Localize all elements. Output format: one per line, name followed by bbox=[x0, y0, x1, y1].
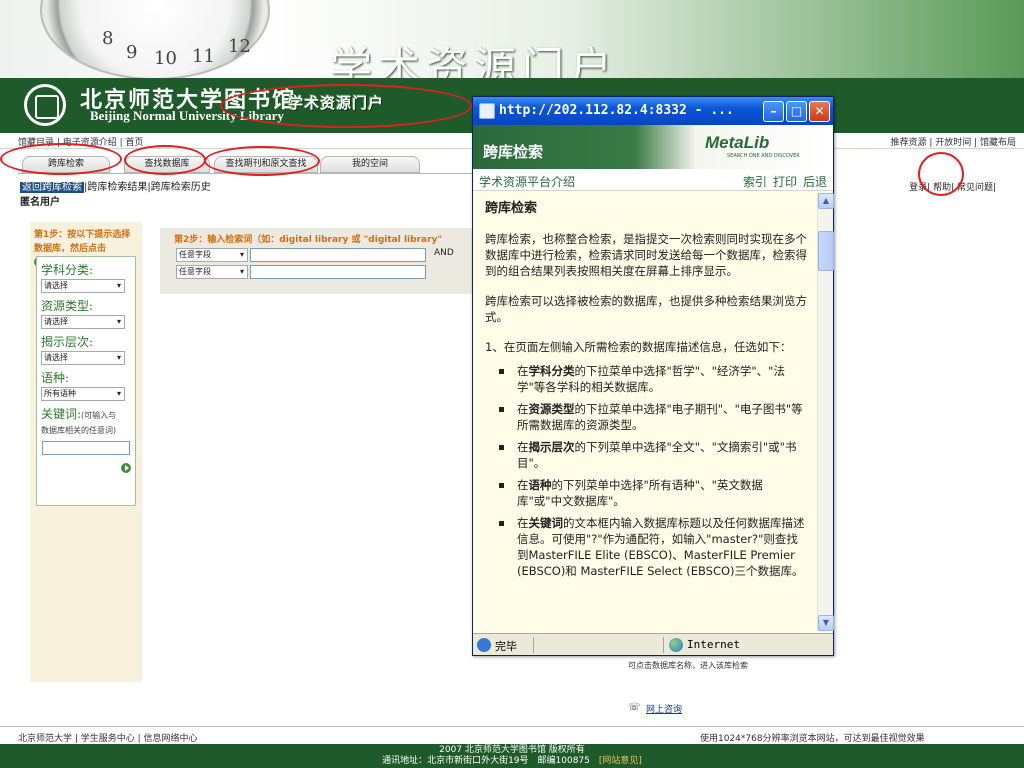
subject-select[interactable]: 请选择 bbox=[41, 279, 125, 293]
database-hint: 可点击数据库名称，进入该库检索 bbox=[628, 661, 748, 670]
popup-titlebar[interactable]: http://202.112.82.4:8332 - ... – □ ✕ bbox=[473, 97, 833, 125]
library-seal-icon bbox=[24, 84, 66, 126]
list-item: 在关键词的文本框内输入数据库标题以及任何数据库描述信息。可使用"?"作为通配符，… bbox=[493, 515, 807, 579]
annotation-ellipse bbox=[124, 145, 206, 175]
subject-label: 学科分类: bbox=[41, 263, 94, 277]
print-link[interactable]: 打印 bbox=[773, 175, 797, 189]
search-results-link[interactable]: |跨库检索结果 bbox=[84, 182, 147, 193]
popup-url: http://202.112.82.4:8332 - ... bbox=[499, 103, 734, 118]
annotation-ellipse bbox=[204, 146, 320, 176]
status-bar: 完毕 Internet bbox=[473, 633, 833, 655]
facet-box: 学科分类: 请选择 资源类型: 请选择 揭示层次: 请选择 语种: 所有语种 关… bbox=[36, 256, 136, 506]
annotation-ellipse bbox=[220, 84, 472, 128]
help-content: 跨库检索 跨库检索，也称整合检索，是指提交一次检索则同时实现在多个数据库中进行检… bbox=[485, 201, 807, 585]
maximize-button[interactable]: □ bbox=[786, 101, 807, 122]
step1-line: 数据库，然后点击 bbox=[34, 244, 107, 254]
list-item: 在语种的下列菜单中选择"所有语种"、"英文数据库"或"中文数据库"。 bbox=[493, 477, 807, 509]
slide-header: 8 9 10 11 12 学术资源门户 bbox=[0, 0, 1024, 78]
ie-page-icon bbox=[479, 103, 495, 119]
annotation-ellipse bbox=[0, 143, 122, 175]
language-label: 语种: bbox=[41, 371, 70, 385]
popup-nav: 学术资源平台介绍 索引 打印 后退 bbox=[473, 169, 833, 191]
top-links-right[interactable]: 推荐资源 | 开放时间 | 馆藏布局 bbox=[890, 135, 1016, 148]
field-select-1[interactable]: 任意字段 bbox=[176, 248, 248, 262]
list-item: 在揭示层次的下列菜单中选择"全文"、"文摘索引"或"书目"。 bbox=[493, 439, 807, 471]
database-filter-panel: 第1步：按以下提示选择 数据库，然后点击 。 学科分类: 请选择 资源类型: 请… bbox=[30, 222, 142, 682]
close-button[interactable]: ✕ bbox=[809, 101, 830, 122]
metalib-tagline: SEARCH ONE AND DISCOVER bbox=[727, 153, 800, 159]
watch-numeral: 12 bbox=[228, 36, 251, 57]
help-paragraph: 跨库检索，也称整合检索，是指提交一次检索则同时实现在多个数据库中进行检索，检索请… bbox=[485, 232, 807, 278]
footer-bar: 2007 北京师范大学图书馆 版权所有 通讯地址：北京市新街口外大街19号 邮编… bbox=[0, 744, 1024, 768]
step2-search-box: 第2步：输入检索词（如：digital library 或 "digital l… bbox=[160, 228, 472, 294]
globe-icon bbox=[669, 638, 683, 652]
keyword-label: 关键词:(可输入与 bbox=[41, 405, 116, 422]
help-list: 在学科分类的下拉菜单中选择"哲学"、"经济学"、"法学"等各学科的相关数据库。 … bbox=[493, 363, 807, 579]
help-paragraph: 1、在页面左侧输入所需检索的数据库描述信息，任选如下： bbox=[485, 340, 792, 354]
watch-numeral: 10 bbox=[154, 48, 177, 69]
copyright: 2007 北京师范大学图书馆 版权所有 bbox=[439, 745, 585, 755]
annotation-ellipse bbox=[918, 152, 964, 196]
status-zone: Internet bbox=[687, 638, 740, 651]
search-term-input-2[interactable] bbox=[250, 265, 426, 279]
popup-header: 跨库检索 MetaLib SEARCH ONE AND DISCOVER bbox=[473, 125, 833, 169]
pocket-watch-image: 8 9 10 11 12 bbox=[40, 0, 270, 78]
help-heading: 跨库检索 bbox=[485, 201, 538, 216]
watch-numeral: 8 bbox=[102, 28, 114, 49]
tab-my-space[interactable]: 我的空间 bbox=[320, 156, 420, 173]
popup-header-title: 跨库检索 bbox=[483, 143, 544, 161]
level-label: 揭示层次: bbox=[41, 335, 94, 349]
status-divider bbox=[663, 637, 664, 653]
address: 通讯地址：北京市新街口外大街19号 邮编100875 bbox=[382, 756, 599, 766]
metalib-logo: MetaLib bbox=[705, 133, 770, 152]
platform-intro-link[interactable]: 学术资源平台介绍 bbox=[479, 173, 575, 190]
keyword-hint: 数据库相关的任意词) bbox=[41, 426, 117, 435]
scroll-down-icon[interactable]: ▼ bbox=[818, 615, 834, 631]
step1-line: 第1步：按以下提示选择 bbox=[34, 230, 131, 240]
step2-instruction: 第2步：输入检索词（如：digital library 或 "digital l… bbox=[174, 235, 443, 245]
list-item: 在资源类型的下拉菜单中选择"电子期刊"、"电子图书"等所需数据库的资源类型。 bbox=[493, 401, 807, 433]
level-select[interactable]: 请选择 bbox=[41, 351, 125, 365]
help-popup-window: http://202.112.82.4:8332 - ... – □ ✕ 跨库检… bbox=[472, 96, 834, 656]
back-to-search-link[interactable]: 返回跨库检索 bbox=[20, 182, 84, 193]
breadcrumb: 返回跨库检索 |跨库检索结果|跨库检索历史 bbox=[20, 178, 211, 193]
minimize-button[interactable]: – bbox=[763, 101, 784, 122]
scroll-up-icon[interactable]: ▲ bbox=[818, 193, 834, 209]
feedback-link[interactable]: [网站意见] bbox=[599, 756, 642, 766]
index-link[interactable]: 索引 bbox=[743, 175, 767, 189]
watch-numeral: 9 bbox=[126, 42, 138, 63]
language-select[interactable]: 所有语种 bbox=[41, 387, 125, 401]
popup-nav-actions: 索引 打印 后退 bbox=[737, 173, 827, 190]
back-link[interactable]: 后退 bbox=[803, 175, 827, 189]
help-paragraph: 跨库检索可以选择被检索的数据库，也提供多种检索结果浏览方式。 bbox=[485, 294, 807, 324]
list-item: 在学科分类的下拉菜单中选择"哲学"、"经济学"、"法学"等各学科的相关数据库。 bbox=[493, 363, 807, 395]
slide-title: 学术资源门户 bbox=[330, 43, 619, 78]
keyword-input[interactable] bbox=[42, 441, 130, 455]
online-consult-link[interactable]: 网上咨询 bbox=[646, 702, 682, 715]
footer-links[interactable]: 北京师范大学 | 学生服务中心 | 信息网络中心 bbox=[18, 731, 198, 744]
status-done: 完毕 bbox=[495, 640, 517, 653]
ie-status-icon bbox=[477, 638, 491, 652]
user-label: 匿名用户 bbox=[20, 197, 60, 208]
resource-type-label: 资源类型: bbox=[41, 299, 94, 313]
search-go-icon[interactable] bbox=[121, 463, 131, 473]
search-history-link[interactable]: |跨库检索历史 bbox=[147, 182, 210, 193]
vertical-scrollbar[interactable]: ▲ ▼ bbox=[817, 193, 834, 631]
status-divider bbox=[533, 637, 534, 653]
search-term-input-1[interactable] bbox=[250, 248, 426, 262]
field-select-2[interactable]: 任意字段 bbox=[176, 265, 248, 279]
footer-resolution-note: 使用1024*768分辨率浏览本网站，可达到最佳视觉效果 bbox=[700, 734, 925, 744]
question-icon: ☏ bbox=[628, 702, 641, 713]
footer-divider bbox=[0, 726, 1024, 727]
watch-numeral: 11 bbox=[192, 46, 215, 67]
boolean-operator[interactable]: AND bbox=[434, 248, 454, 258]
keyword-label-small: (可输入与 bbox=[81, 411, 117, 420]
scroll-thumb[interactable] bbox=[818, 231, 834, 271]
resource-type-select[interactable]: 请选择 bbox=[41, 315, 125, 329]
keyword-label-text: 关键词: bbox=[41, 407, 82, 421]
